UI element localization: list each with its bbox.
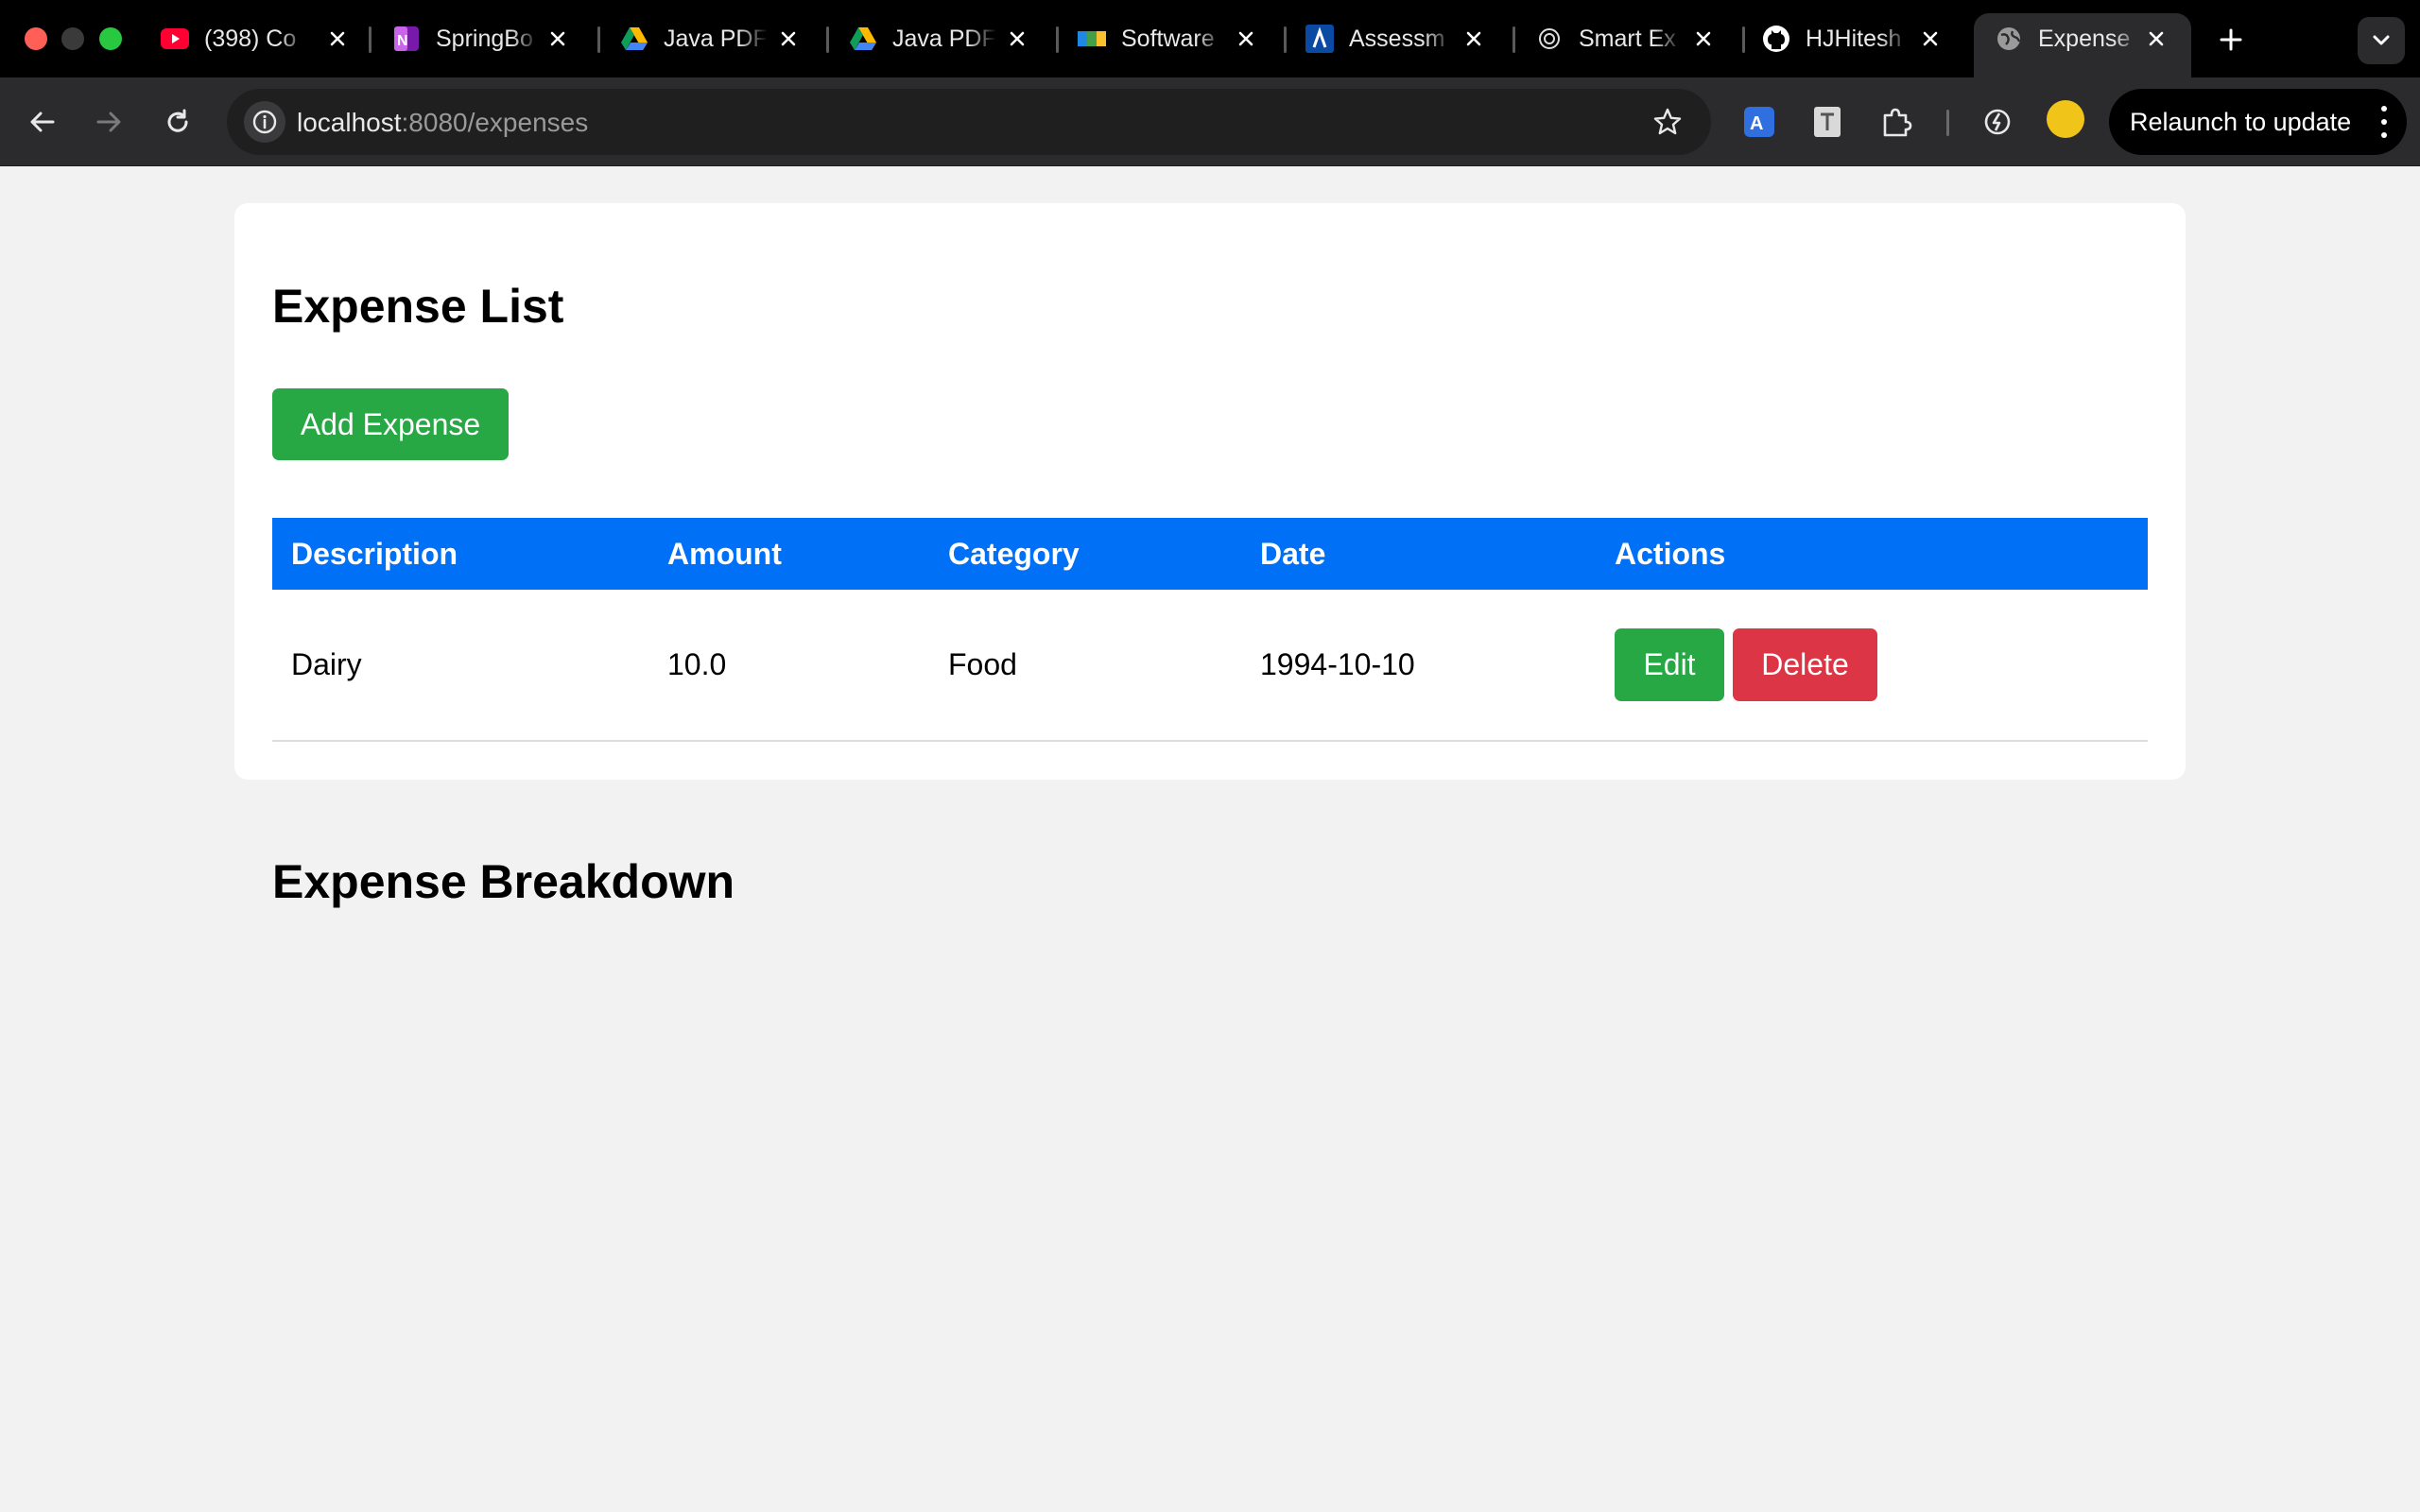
openai-icon [1535,25,1564,53]
page-title: Expense List [272,280,564,333]
window-maximize-button[interactable] [99,27,122,50]
maps-icon [1078,25,1106,53]
assessment-icon [1305,25,1334,53]
site-info-icon[interactable] [244,101,285,143]
reload-button[interactable] [154,98,201,146]
browser-tab[interactable]: Assessm [1305,13,1488,64]
tab-title: SpringBo [436,25,533,52]
browser-tab[interactable]: N SpringBo [392,13,572,64]
cell-actions: Edit Delete [1596,628,2148,701]
tab-title: Software [1121,25,1215,52]
more-options-icon[interactable] [2380,106,2388,138]
forward-button[interactable] [85,98,132,146]
tab-title: Java PDF [892,25,996,52]
column-header-actions: Actions [1615,536,1726,571]
reload-icon [167,109,188,132]
toolbar-divider [1946,110,1949,136]
close-icon[interactable] [1232,25,1260,53]
browser-tab[interactable]: Smart Ex [1535,13,1718,64]
close-icon[interactable] [1689,25,1718,53]
google-drive-icon [849,25,877,53]
performance-icon[interactable] [1976,100,2019,144]
cell-description: Dairy [291,647,362,681]
profile-avatar[interactable] [2047,100,2084,138]
cell-amount: 10.0 [667,647,727,681]
close-icon[interactable] [1916,25,1945,53]
window-close-button[interactable] [25,27,47,50]
expense-breakdown-title: Expense Breakdown [272,855,735,908]
close-icon[interactable] [774,25,803,53]
translate-extension-icon[interactable]: A [1737,100,1781,144]
column-header-date: Date [1260,536,1326,571]
browser-tab-bar: (398) Co N SpringBo Java PDF Java PDF So… [0,0,2420,77]
tab-search-button[interactable] [2358,17,2405,64]
column-header-description: Description [291,536,458,571]
google-drive-icon [620,25,648,53]
address-bar[interactable]: localhost:8080/expenses [227,89,1711,155]
tab-title: HJHitesh [1806,25,1902,52]
browser-tab[interactable]: Java PDF [849,13,1031,64]
tab-title: Expense [2038,25,2131,52]
back-button[interactable] [19,98,66,146]
close-icon[interactable] [1003,25,1031,53]
tab-title: (398) Co [204,25,297,52]
github-icon [1762,25,1790,53]
expense-list-card: Expense List Add Expense Description Amo… [234,203,2186,780]
table-row: Dairy 10.0 Food 1994-10-10 Edit Delete [272,590,2148,742]
tab-title: Assessm [1349,25,1445,52]
browser-tab[interactable]: Java PDF [620,13,803,64]
text-extension-icon[interactable] [1806,100,1849,144]
cell-category: Food [948,647,1017,681]
close-icon[interactable] [1460,25,1488,53]
url-text[interactable]: localhost:8080/expenses [297,108,588,138]
youtube-icon [161,25,189,53]
browser-tab[interactable]: HJHitesh [1762,13,1945,64]
browser-tab[interactable]: (398) Co [161,13,352,64]
onenote-icon: N [392,25,421,53]
cell-date: 1994-10-10 [1260,647,1415,681]
url-path: :8080/expenses [401,108,589,137]
new-tab-button[interactable] [2212,21,2250,59]
globe-icon [1995,25,2023,53]
add-expense-button[interactable]: Add Expense [272,388,509,460]
relaunch-to-update-button[interactable]: Relaunch to update [2109,89,2407,155]
chevron-down-icon [2373,35,2390,45]
bookmark-star-icon[interactable] [1651,105,1685,139]
close-icon[interactable] [2142,25,2170,53]
browser-tab[interactable]: Software [1078,13,1260,64]
close-icon[interactable] [323,25,352,53]
extensions-puzzle-icon[interactable] [1875,100,1918,144]
arrow-right-icon [96,112,121,132]
edit-button[interactable]: Edit [1615,628,1724,701]
column-header-amount: Amount [667,536,782,571]
browser-tab-active[interactable]: Expense [1974,13,2191,77]
expense-table: Description Amount Category Date Actions… [272,518,2148,742]
relaunch-label: Relaunch to update [2130,107,2352,136]
delete-button[interactable]: Delete [1733,628,1877,701]
url-host: localhost [297,108,402,137]
window-minimize-button[interactable] [61,27,84,50]
tab-title: Java PDF [664,25,768,52]
arrow-left-icon [30,112,55,132]
table-header-row: Description Amount Category Date Actions [272,518,2148,590]
close-icon[interactable] [544,25,572,53]
tab-title: Smart Ex [1579,25,1676,52]
svg-text:A: A [1750,113,1763,134]
column-header-category: Category [948,536,1080,571]
svg-text:N: N [397,33,408,49]
plus-icon [2220,28,2242,51]
